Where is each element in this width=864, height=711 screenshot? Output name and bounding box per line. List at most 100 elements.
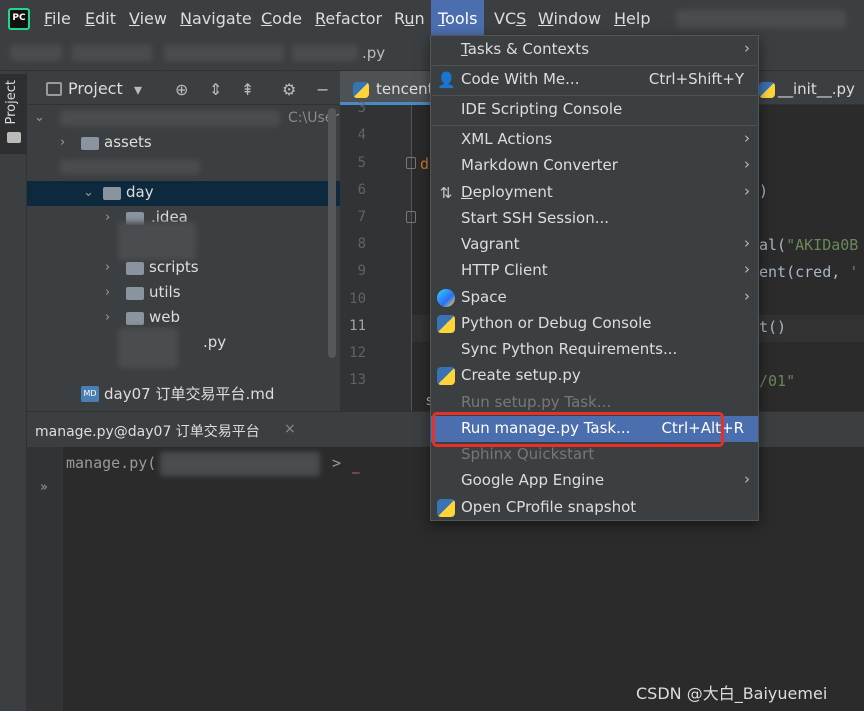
python-icon bbox=[437, 367, 455, 385]
chevron-right-icon[interactable]: › bbox=[105, 210, 110, 225]
menu-item-label: IDE Scripting Console bbox=[461, 100, 623, 118]
menu-item-tasks-contexts[interactable]: Tasks & Contexts › bbox=[431, 37, 758, 63]
menu-item-space[interactable]: Space › bbox=[431, 285, 758, 311]
expand-all-icon[interactable]: ⇕ bbox=[209, 80, 222, 99]
line-number: 7 bbox=[357, 209, 366, 225]
menu-item-markdown-converter[interactable]: Markdown Converter › bbox=[431, 153, 758, 179]
breadcrumb-file[interactable]: .py bbox=[362, 44, 385, 62]
menu-item-http-client[interactable]: HTTP Client › bbox=[431, 258, 758, 284]
menu-item-google-app-engine[interactable]: Google App Engine › bbox=[431, 468, 758, 494]
fold-marker-icon[interactable] bbox=[406, 211, 416, 223]
chevron-down-icon[interactable]: ⌄ bbox=[83, 185, 94, 200]
redacted-prompt bbox=[160, 452, 320, 476]
menu-file[interactable]: File bbox=[44, 0, 71, 37]
folder-icon bbox=[126, 287, 144, 300]
tree-item-label: web bbox=[149, 308, 181, 326]
tree-item-label: assets bbox=[104, 133, 152, 151]
chevron-right-icon: › bbox=[744, 155, 750, 173]
menu-item-label: HTTP Client bbox=[461, 261, 548, 279]
tree-item-scripts[interactable]: › scripts bbox=[27, 256, 340, 281]
line-number: 11 bbox=[349, 318, 366, 334]
project-strip-label[interactable]: Project bbox=[4, 80, 19, 124]
project-panel-title[interactable]: Project bbox=[68, 79, 123, 98]
menu-item-label: Sync Python Requirements... bbox=[461, 340, 678, 358]
chevron-right-icon[interactable]: › bbox=[60, 135, 65, 150]
code-line-5: d bbox=[420, 155, 430, 173]
fold-marker-icon[interactable] bbox=[406, 157, 416, 169]
menu-item-label: Deployment bbox=[461, 183, 553, 201]
tree-item-label: scripts bbox=[149, 258, 199, 276]
line-number: 13 bbox=[349, 372, 366, 388]
pycharm-logo-icon: PC bbox=[8, 8, 30, 30]
code-line-9: ent(cred, ' bbox=[759, 263, 859, 281]
menu-item-xml-actions[interactable]: XML Actions › bbox=[431, 127, 758, 153]
tree-item-md-file[interactable]: MD day07 订单交易平台.md bbox=[27, 381, 340, 406]
redacted-item bbox=[60, 160, 200, 174]
python-file-icon bbox=[759, 82, 775, 98]
tree-item-label: day07 订单交易平台.md bbox=[104, 385, 275, 403]
menu-item-label: Python or Debug Console bbox=[461, 314, 652, 332]
chevron-right-icon[interactable]: › bbox=[105, 285, 110, 300]
tree-item-label: utils bbox=[149, 283, 181, 301]
tab-init[interactable]: __init__.py bbox=[778, 80, 855, 98]
locate-icon[interactable]: ⊕ bbox=[175, 80, 188, 99]
code-line-13: /01" bbox=[759, 372, 796, 390]
menu-tools[interactable]: Tools bbox=[431, 0, 485, 37]
chevron-right-icon[interactable]: › bbox=[105, 310, 110, 325]
dropdown-arrow-icon[interactable]: ▾ bbox=[134, 80, 142, 99]
menu-edit[interactable]: Edit bbox=[85, 0, 116, 37]
chevron-right-icon: › bbox=[744, 182, 750, 200]
tree-scrollbar[interactable] bbox=[328, 108, 336, 358]
redacted-item bbox=[118, 328, 178, 368]
folder-icon bbox=[103, 187, 121, 200]
menu-item-python-debug-console[interactable]: Python or Debug Console bbox=[431, 311, 758, 337]
line-number: 3 bbox=[357, 100, 366, 116]
menu-item-label: Vagrant bbox=[461, 235, 520, 253]
menu-code[interactable]: Code bbox=[261, 0, 302, 37]
menu-item-open-cprofile-snapshot[interactable]: Open CProfile snapshot bbox=[431, 495, 758, 521]
folder-icon bbox=[7, 132, 21, 143]
menu-item-start-ssh-session[interactable]: Start SSH Session... bbox=[431, 206, 758, 232]
tree-item-utils[interactable]: › utils bbox=[27, 281, 340, 306]
menu-vcs[interactable]: VCS bbox=[494, 0, 526, 37]
redacted-breadcrumb bbox=[10, 45, 62, 61]
menu-window[interactable]: Window bbox=[538, 0, 601, 37]
menu-item-create-setup-py[interactable]: Create setup.py bbox=[431, 363, 758, 389]
menu-run[interactable]: Run bbox=[394, 0, 425, 37]
menu-navigate[interactable]: Navigate bbox=[180, 0, 252, 37]
menu-item-label: Tasks & Contexts bbox=[461, 40, 590, 58]
tree-item-day[interactable]: ⌄ day bbox=[27, 181, 340, 206]
menu-item-code-with-me[interactable]: 👤 Code With Me... Ctrl+Shift+Y bbox=[431, 67, 758, 93]
chevron-right-icon: › bbox=[744, 129, 750, 147]
more-actions-icon[interactable]: » bbox=[40, 480, 48, 495]
menu-item-ide-scripting-console[interactable]: IDE Scripting Console bbox=[431, 97, 758, 123]
menu-refactor[interactable]: Refactor bbox=[315, 0, 382, 37]
menu-item-label: Code With Me... bbox=[461, 70, 580, 88]
chevron-right-icon[interactable]: › bbox=[105, 260, 110, 275]
tool-window-strip bbox=[0, 71, 27, 711]
collapse-all-icon[interactable]: ⇞ bbox=[241, 80, 254, 99]
close-icon[interactable]: × bbox=[284, 421, 296, 437]
menu-separator bbox=[432, 65, 757, 66]
menu-item-vagrant[interactable]: Vagrant › bbox=[431, 232, 758, 258]
deployment-icon: ⇅ bbox=[439, 184, 453, 202]
run-tab[interactable]: manage.py@day07 订单交易平台 bbox=[35, 421, 260, 441]
chevron-down-icon[interactable]: ⌄ bbox=[34, 110, 45, 125]
gear-icon[interactable]: ⚙ bbox=[282, 80, 296, 99]
menu-item-sync-python-requirements[interactable]: Sync Python Requirements... bbox=[431, 337, 758, 363]
markdown-file-icon: MD bbox=[81, 386, 99, 402]
menu-help[interactable]: Help bbox=[614, 0, 650, 37]
watermark: CSDN @大白_Baiyuemei bbox=[636, 684, 828, 703]
tree-item-assets[interactable]: › assets bbox=[27, 131, 340, 156]
tree-item-web[interactable]: › web bbox=[27, 306, 340, 331]
console-caret: _ bbox=[352, 456, 360, 474]
minimize-icon[interactable]: − bbox=[316, 80, 329, 99]
redacted-root bbox=[60, 110, 280, 126]
menu-view[interactable]: View bbox=[129, 0, 167, 37]
chevron-right-icon: › bbox=[744, 39, 750, 57]
tree-item-label: day bbox=[126, 183, 154, 201]
tree-item-py-file[interactable]: .py bbox=[27, 331, 340, 356]
line-number: 10 bbox=[349, 291, 366, 307]
menu-item-deployment[interactable]: ⇅ Deployment › bbox=[431, 180, 758, 206]
menu-item-label: Open CProfile snapshot bbox=[461, 498, 637, 516]
